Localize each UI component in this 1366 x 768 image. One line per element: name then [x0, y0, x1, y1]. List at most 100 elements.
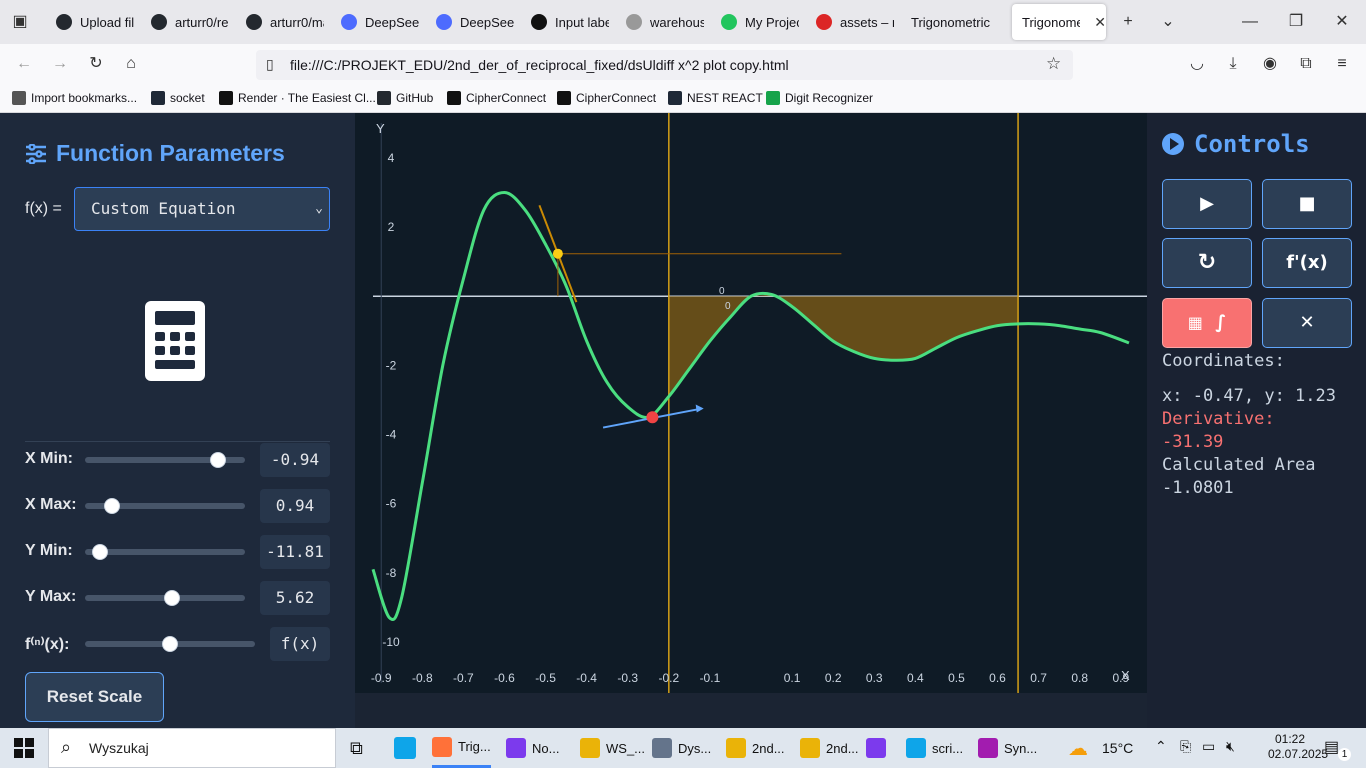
tray-chevron-icon[interactable]: ⌃	[1155, 738, 1167, 755]
play-button[interactable]: ▶	[1162, 179, 1252, 229]
taskbar-app-label: 2nd...	[752, 740, 785, 756]
forward-icon[interactable]: →	[50, 54, 70, 74]
close-button[interactable]: ✕	[1262, 298, 1352, 348]
taskbar-app[interactable]: WS_...	[580, 728, 645, 768]
browser-tab[interactable]: warehouse	[616, 4, 704, 40]
bookmark-item[interactable]: NEST REACT	[668, 91, 763, 105]
x-tick-label: -0.9	[371, 671, 392, 685]
task-view-icon[interactable]: ⧉	[350, 738, 363, 759]
minimum-point	[646, 411, 659, 424]
function-plot[interactable]: -0.9 -0.8 -0.7 -0.6 -0.5 -0.4 -0.3 -0.2 -0.1 0.1 0…	[355, 113, 1147, 693]
url-bar[interactable]: ▯ file:///C:/PROJEKT_EDU/2nd_der_of_reci…	[256, 50, 1073, 80]
vscode-icon[interactable]	[394, 737, 416, 759]
menu-icon[interactable]: ≡	[1332, 54, 1352, 74]
slider-thumb[interactable]	[103, 498, 120, 514]
browser-tab[interactable]: Input labe	[521, 4, 609, 40]
battery-icon[interactable]: ▭	[1202, 738, 1215, 755]
browser-tab-label: Input labe	[555, 14, 609, 30]
taskbar-search[interactable]: ⌕ Wyszukaj	[48, 728, 336, 768]
bookmark-item[interactable]: CipherConnect	[447, 91, 546, 105]
deepseek-icon	[436, 14, 452, 30]
browser-tab-bar: ▣ Upload file arturr0/re arturr0/ma DeepSee…	[0, 0, 1366, 44]
x-tick-label: 0.6	[989, 671, 1006, 685]
warehouse-icon	[626, 14, 642, 30]
browser-tab-label: warehouse	[650, 14, 704, 30]
minimize-icon[interactable]: —	[1240, 12, 1260, 32]
bookmark-item[interactable]: Import bookmarks...	[12, 91, 137, 105]
tab-overflow-chevron-icon[interactable]: ⌄	[1158, 12, 1178, 32]
y-tick-label: -8	[386, 566, 397, 580]
coordinates-value: x: -0.47, y: 1.23	[1162, 386, 1336, 406]
reset-scale-button[interactable]: Reset Scale	[25, 672, 164, 722]
browser-nav-bar: ← → ↻ ⌂ ▯ file:///C:/PROJEKT_EDU/2nd_der…	[0, 44, 1366, 84]
tab-list-icon[interactable]: ▣	[10, 12, 30, 32]
extensions-icon[interactable]: ⧉	[1296, 54, 1316, 74]
network-icon[interactable]: ⎘	[1180, 738, 1191, 755]
browser-tab[interactable]: Trigonometric	[901, 4, 1001, 40]
stop-button[interactable]: ■	[1262, 179, 1352, 229]
bookmark-star-icon[interactable]: ☆	[1046, 54, 1061, 74]
bookmark-item[interactable]: Render · The Easiest Cl...	[219, 91, 376, 105]
back-icon[interactable]: ←	[14, 54, 34, 74]
github-icon	[246, 14, 262, 30]
slider-value: -0.94	[260, 443, 330, 477]
home-icon[interactable]: ⌂	[121, 54, 141, 74]
browser-tab[interactable]: Upload file	[46, 4, 134, 40]
new-tab-icon[interactable]: +	[1118, 12, 1138, 32]
close-icon: ✕	[1299, 312, 1315, 333]
y-tick-label: -6	[386, 497, 397, 511]
browser-tab[interactable]: Trigonomet ✕	[1012, 4, 1106, 40]
browser-tab[interactable]: assets – n	[806, 4, 894, 40]
bookmark-label: Digit Recognizer	[785, 91, 874, 105]
area-label: Calculated Area	[1162, 455, 1316, 475]
integral-button[interactable]: ▦ ∫	[1162, 298, 1252, 348]
downloads-icon[interactable]: ⤓	[1223, 54, 1243, 74]
y-tick-label: -2	[386, 358, 397, 372]
reload-button[interactable]: ↻	[1162, 238, 1252, 288]
chevron-down-icon: ⌄	[315, 201, 323, 216]
clock[interactable]: 01:22 02.07.2025	[1268, 732, 1328, 762]
browser-tab[interactable]: DeepSeek	[331, 4, 419, 40]
bookmark-item[interactable]: CipherConnect	[557, 91, 656, 105]
browser-tab[interactable]: DeepSeek	[426, 4, 514, 40]
slider-track[interactable]	[85, 549, 245, 555]
app-icon	[652, 738, 672, 758]
account-icon[interactable]: ◉	[1260, 54, 1280, 74]
plot-canvas[interactable]: -0.9 -0.8 -0.7 -0.6 -0.5 -0.4 -0.3 -0.2 -0.1 0.1 0…	[355, 113, 1147, 693]
taskbar-app[interactable]: No...	[506, 728, 559, 768]
function-select[interactable]: Custom Equation ⌄	[74, 187, 330, 231]
integral-icon: ∫	[1215, 312, 1227, 333]
app-icon	[978, 738, 998, 758]
origin-label: 0	[719, 286, 725, 297]
taskbar-app[interactable]: 2nd...	[726, 728, 785, 768]
slider-thumb[interactable]	[162, 636, 178, 652]
taskbar-app[interactable]	[866, 728, 892, 768]
reload-page-icon[interactable]: ↻	[86, 54, 106, 74]
browser-tab[interactable]: My Projec	[711, 4, 799, 40]
tab-close-icon[interactable]: ✕	[1094, 14, 1106, 31]
bookmark-item[interactable]: Digit Recognizer	[766, 91, 873, 105]
browser-tab-label: arturr0/re	[175, 14, 229, 30]
bookmark-item[interactable]: GitHub	[377, 91, 433, 105]
bookmark-icon	[219, 91, 233, 105]
browser-tab-label: assets – n	[840, 14, 894, 30]
browser-tab[interactable]: arturr0/re	[141, 4, 229, 40]
volume-muted-icon[interactable]: 🔇︎	[1226, 738, 1235, 755]
taskbar-app[interactable]: Dys...	[652, 728, 711, 768]
x-tick-label: 0.5	[948, 671, 965, 685]
github-icon	[151, 14, 167, 30]
windows-start-icon[interactable]	[14, 738, 34, 758]
restore-icon[interactable]: ❐	[1286, 12, 1306, 32]
taskbar-app[interactable]: scri...	[906, 728, 963, 768]
notifications-icon[interactable]: ▤	[1324, 737, 1339, 757]
weather-icon[interactable]: ☁	[1068, 736, 1088, 761]
browser-tab[interactable]: arturr0/ma	[236, 4, 324, 40]
fx-button[interactable]: f'(x)	[1262, 238, 1352, 288]
window-close-icon[interactable]: ✕	[1332, 12, 1352, 32]
taskbar-app[interactable]: 2nd...	[800, 728, 859, 768]
taskbar-app[interactable]: Trig...	[432, 728, 491, 768]
taskbar-app[interactable]: Syn...	[978, 728, 1037, 768]
slider-value: -11.81	[260, 535, 330, 569]
bookmark-item[interactable]: socket	[151, 91, 205, 105]
pocket-icon[interactable]: ◡	[1187, 54, 1207, 74]
